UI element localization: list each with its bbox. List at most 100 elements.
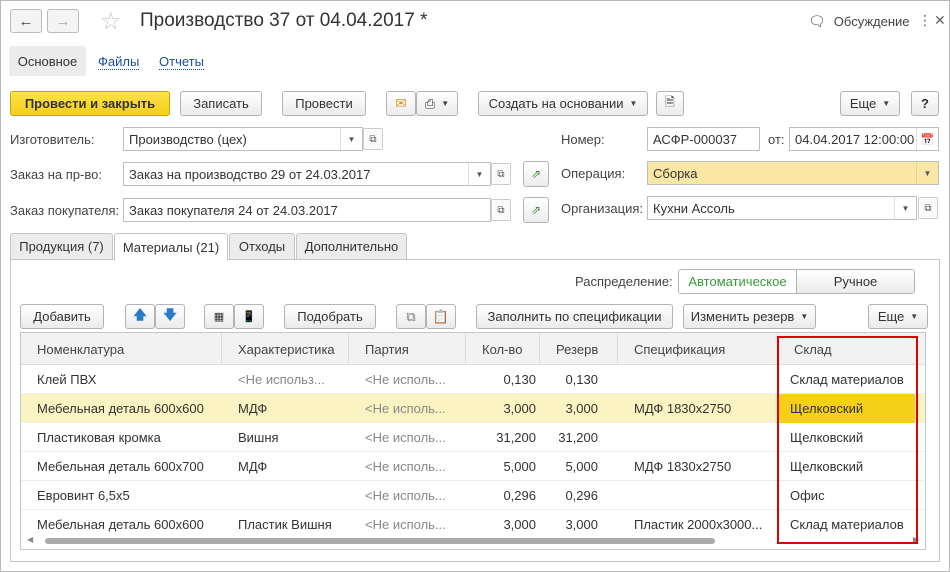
materials-table: Номенклатура Характеристика Партия Кол-в…: [20, 332, 926, 550]
barcode-icon: ▦: [213, 311, 225, 323]
copy-button[interactable]: ⧉: [396, 304, 426, 329]
scrollbar-thumb[interactable]: [45, 538, 715, 544]
arrow-left-icon: ←: [18, 12, 34, 30]
table-row[interactable]: Мебельная деталь 600х700 МДФ <Не исполь.…: [21, 452, 925, 481]
table-more-button[interactable]: Еще ▼: [868, 304, 928, 329]
arrow-up-icon: 🡅: [133, 306, 147, 322]
move-up-button[interactable]: 🡅: [125, 304, 155, 329]
paste-button[interactable]: 📋: [426, 304, 456, 329]
col-warehouse[interactable]: Склад: [778, 333, 915, 365]
org-field[interactable]: Кухни Ассоль ▼: [647, 196, 917, 220]
chevron-down-icon[interactable]: ▼: [468, 163, 490, 185]
cell-warehouse[interactable]: Щелковский: [778, 394, 915, 423]
section-reports-link[interactable]: Отчеты: [159, 54, 204, 70]
post-and-close-button[interactable]: Провести и закрыть: [10, 91, 170, 116]
table-row[interactable]: Пластиковая кромка Вишня <Не исполь... 3…: [21, 423, 925, 452]
cell-warehouse: Щелковский: [790, 430, 864, 445]
chevron-down-icon[interactable]: ▼: [916, 162, 938, 184]
tab-additional[interactable]: Дополнительно: [296, 233, 407, 260]
prod-order-field[interactable]: Заказ на производство 29 от 24.03.2017 ▼: [123, 162, 491, 186]
open-cust-order-button[interactable]: ⧉: [491, 199, 511, 221]
cell-nomenclature: Пластиковая кромка: [37, 430, 161, 445]
open-org-button[interactable]: ⧉: [918, 197, 938, 219]
tab-materials[interactable]: Материалы (21): [114, 233, 228, 261]
horizontal-scrollbar[interactable]: ◀ ▶: [21, 533, 925, 549]
number-field[interactable]: АСФР-000037: [647, 127, 760, 151]
printer-icon: ⎙: [424, 95, 436, 111]
help-icon: ?: [921, 96, 929, 111]
distribution-toggle[interactable]: Автоматическое Ручное: [678, 269, 915, 294]
create-based-on-button[interactable]: Создать на основании ▼: [478, 91, 648, 116]
cust-order-field[interactable]: Заказ покупателя 24 от 24.03.2017: [123, 198, 491, 222]
select-prod-order-button[interactable]: ⇗: [523, 161, 549, 187]
cell-reserve: 31,200: [558, 430, 598, 445]
cell-qty: 0,130: [503, 372, 536, 387]
table-row-selected[interactable]: Мебельная деталь 600х600 МДФ <Не исполь.…: [21, 394, 925, 423]
open-prod-order-button[interactable]: ⧉: [491, 163, 511, 185]
move-down-button[interactable]: 🡇: [155, 304, 185, 329]
section-files-link[interactable]: Файлы: [98, 54, 140, 70]
chat-icon: 🗨: [808, 13, 826, 29]
forward-button[interactable]: →: [47, 9, 79, 33]
chevron-down-icon: ▼: [800, 312, 809, 321]
help-button[interactable]: ?: [911, 91, 939, 116]
discuss-button[interactable]: 🗨 Обсуждение: [808, 13, 910, 30]
col-characteristic[interactable]: Характеристика: [222, 333, 349, 365]
cell-characteristic: <Не использ...: [238, 372, 325, 387]
select-cust-order-button[interactable]: ⇗: [523, 197, 549, 223]
cell-spec: [634, 481, 776, 510]
save-button[interactable]: Записать: [180, 91, 262, 116]
email-button[interactable]: ✉: [386, 91, 416, 116]
cell-spec: МДФ 1830х2750: [634, 459, 732, 474]
scroll-left-icon[interactable]: ◀: [27, 535, 33, 544]
chevron-down-icon[interactable]: ▼: [894, 197, 916, 219]
operation-field[interactable]: Сборка ▼: [647, 161, 939, 185]
scanner-icon: 📱: [242, 311, 256, 323]
section-main[interactable]: Основное: [9, 46, 86, 76]
org-label: Организация:: [561, 201, 644, 216]
col-batch[interactable]: Партия: [349, 333, 466, 365]
cell-characteristic: [238, 481, 346, 510]
operation-label: Операция:: [561, 166, 626, 181]
scanner-button[interactable]: 📱: [234, 304, 264, 329]
manufacturer-field[interactable]: Производство (цех) ▼: [123, 127, 363, 151]
print-button[interactable]: ⎙ ▼: [416, 91, 458, 116]
pick-button[interactable]: Подобрать: [284, 304, 376, 329]
add-row-button[interactable]: Добавить: [20, 304, 104, 329]
date-label: от:: [768, 132, 785, 147]
org-value: Кухни Ассоль: [653, 200, 735, 216]
post-button[interactable]: Провести: [282, 91, 366, 116]
date-field[interactable]: 04.04.2017 12:00:00 📅: [789, 127, 939, 151]
tab-waste[interactable]: Отходы: [229, 233, 295, 260]
chevron-down-icon: ▼: [441, 99, 450, 108]
col-nomenclature[interactable]: Номенклатура: [21, 333, 222, 365]
table-row[interactable]: Клей ПВХ <Не использ... <Не исполь... 0,…: [21, 365, 925, 394]
cell-batch: <Не исполь...: [365, 372, 446, 387]
more-vertical-icon[interactable]: ⋮: [918, 12, 932, 29]
distribution-auto-option[interactable]: Автоматическое: [679, 270, 797, 293]
fill-by-spec-button[interactable]: Заполнить по спецификации: [476, 304, 673, 329]
tab-products[interactable]: Продукция (7): [10, 233, 113, 260]
cell-reserve: 5,000: [565, 459, 598, 474]
col-qty[interactable]: Кол-во: [466, 333, 540, 365]
open-manufacturer-button[interactable]: ⧉: [363, 128, 383, 150]
col-spec[interactable]: Спецификация: [618, 333, 778, 365]
change-reserve-button[interactable]: Изменить резерв ▼: [683, 304, 816, 329]
chevron-down-icon[interactable]: ▼: [340, 128, 362, 150]
close-icon[interactable]: ✕: [934, 12, 946, 29]
prod-order-label: Заказ на пр-во:: [10, 167, 102, 182]
table-row[interactable]: Евровинт 6,5х5 <Не исполь... 0,296 0,296…: [21, 481, 925, 510]
favorite-star-icon[interactable]: ☆: [100, 7, 122, 36]
document-structure-button[interactable]: 🗎: [656, 91, 684, 116]
col-reserve[interactable]: Резерв: [540, 333, 618, 365]
barcode-search-button[interactable]: ▦: [204, 304, 234, 329]
cell-qty: 3,000: [503, 401, 536, 416]
distribution-manual-option[interactable]: Ручное: [797, 270, 914, 293]
cell-warehouse: Щелковский: [790, 459, 864, 474]
chevron-down-icon: ▼: [910, 312, 919, 321]
more-button[interactable]: Еще ▼: [840, 91, 900, 116]
scroll-right-icon[interactable]: ▶: [913, 535, 919, 544]
calendar-icon[interactable]: 📅: [916, 128, 938, 150]
cell-reserve: 0,130: [565, 372, 598, 387]
back-button[interactable]: ←: [10, 9, 42, 33]
